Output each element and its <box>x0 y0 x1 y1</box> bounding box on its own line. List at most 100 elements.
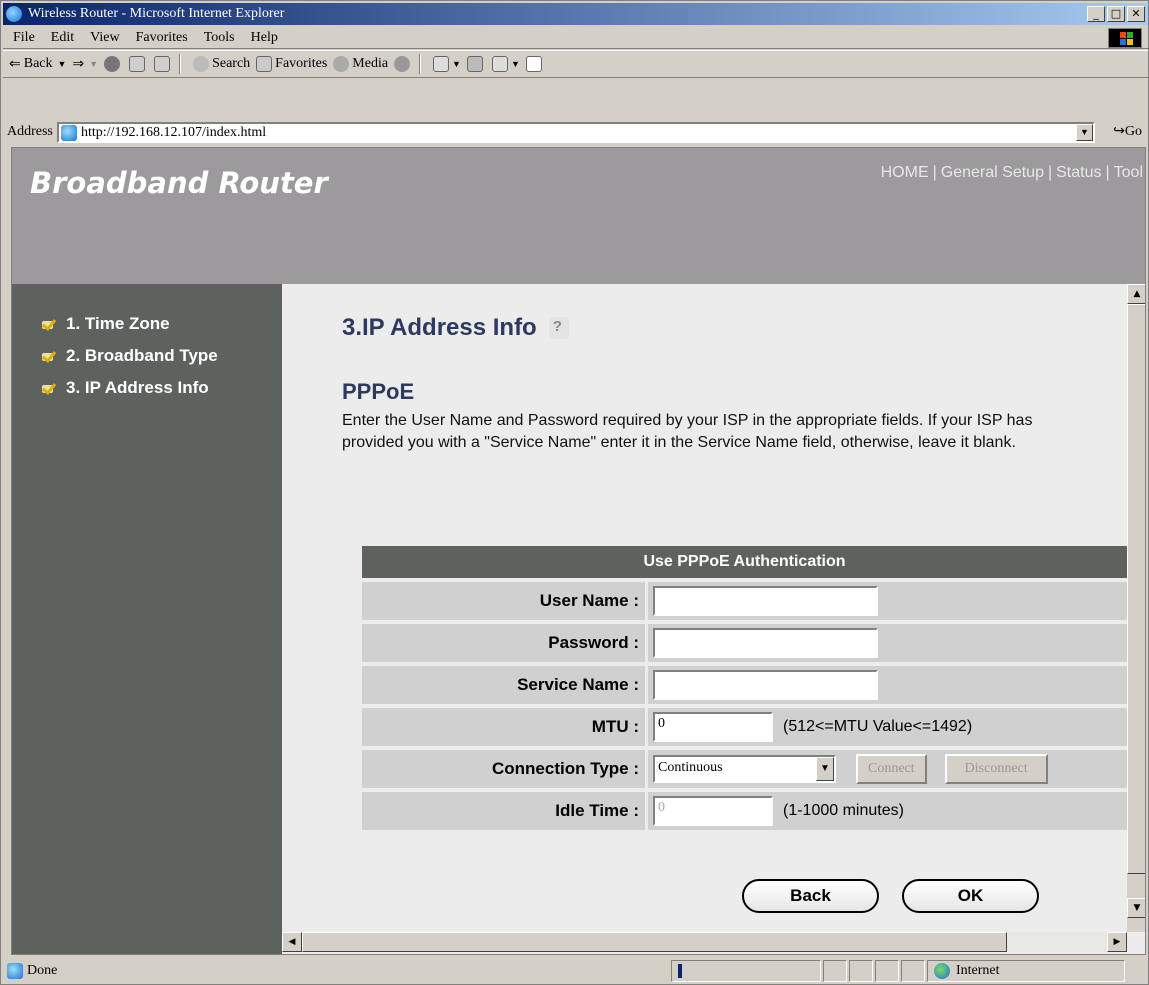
scroll-down-icon[interactable]: ▼ <box>1127 898 1145 918</box>
service-name-input[interactable] <box>653 670 878 700</box>
address-dropdown-button[interactable]: ▼ <box>1076 124 1093 141</box>
form-row: Service Name : <box>362 666 1127 704</box>
mtu-hint: (512<=MTU Value<=1492) <box>783 718 973 735</box>
menu-file[interactable]: File <box>13 30 35 46</box>
maximize-button[interactable]: □ <box>1107 6 1125 22</box>
check-icon <box>42 349 58 363</box>
connect-button[interactable]: Connect <box>856 754 927 784</box>
check-icon <box>42 317 58 331</box>
search-button[interactable]: Search <box>193 56 250 72</box>
form-row: MTU : 0 (512<=MTU Value<=1492) <box>362 708 1127 746</box>
username-input[interactable] <box>653 586 878 616</box>
minimize-button[interactable]: _ <box>1087 6 1105 22</box>
password-label: Password : <box>362 624 645 662</box>
page-title: 3.IP Address Info <box>342 314 569 342</box>
mail-button[interactable]: ▼ <box>433 56 461 72</box>
connection-type-select[interactable]: Continuous ▼ <box>653 755 836 783</box>
form-row: Idle Time : 0 (1-1000 minutes) <box>362 792 1127 830</box>
scroll-left-icon[interactable]: ◀ <box>282 932 302 952</box>
menu-view[interactable]: View <box>90 30 119 46</box>
mail-icon <box>433 56 450 72</box>
address-url: http://192.168.12.107/index.html <box>81 124 267 140</box>
sidebar-item-time-zone[interactable]: 1. Time Zone <box>42 314 170 334</box>
chevron-down-icon: ▼ <box>510 59 520 69</box>
menu-help[interactable]: Help <box>251 30 278 46</box>
address-bar: Address http://192.168.12.107/index.html… <box>3 119 1148 145</box>
top-nav: HOME | General Setup | Status | Tool <box>880 164 1143 181</box>
browser-window: Wireless Router - Microsoft Internet Exp… <box>0 0 1149 985</box>
nav-status-link[interactable]: Status <box>1056 164 1101 181</box>
history-icon <box>394 56 411 72</box>
security-zone-panel: Internet <box>927 960 1125 982</box>
table-header: Use PPPoE Authentication <box>362 546 1127 578</box>
print-icon <box>466 56 483 72</box>
vertical-scrollbar[interactable]: ▲ ▼ <box>1127 284 1145 932</box>
media-icon <box>333 56 350 72</box>
nav-tool-link[interactable]: Tool <box>1114 164 1143 181</box>
menu-edit[interactable]: Edit <box>51 30 74 46</box>
disconnect-button[interactable]: Disconnect <box>944 754 1048 784</box>
description-text: Enter the User Name and Password require… <box>342 412 1033 451</box>
print-button[interactable] <box>466 56 486 72</box>
progress-panel <box>671 960 821 982</box>
progress-bar <box>678 964 682 978</box>
edit-button[interactable]: ▼ <box>491 56 520 72</box>
nav-general-setup-link[interactable]: General Setup <box>941 164 1044 181</box>
discuss-button[interactable] <box>525 56 545 72</box>
back-button[interactable]: Back <box>742 879 879 913</box>
scroll-right-icon[interactable]: ▶ <box>1107 932 1127 952</box>
address-input[interactable]: http://192.168.12.107/index.html ▼ <box>57 122 1095 143</box>
stop-icon <box>104 56 121 72</box>
go-button[interactable]: ↪Go <box>1113 123 1142 140</box>
sidebar-item-ip-address-info[interactable]: 3. IP Address Info <box>42 378 209 398</box>
status-bar: Done Internet <box>3 958 1148 984</box>
home-button[interactable] <box>154 56 173 72</box>
service-name-label: Service Name : <box>362 666 645 704</box>
password-input[interactable] <box>653 628 878 658</box>
router-header: Broadband Router HOME | General Setup | Stat… <box>12 148 1145 284</box>
globe-icon <box>934 963 950 979</box>
mtu-label: MTU : <box>362 708 645 746</box>
idle-time-label: Idle Time : <box>362 792 645 830</box>
ie-icon <box>6 6 22 22</box>
menu-tools[interactable]: Tools <box>204 30 235 46</box>
chevron-down-icon: ▼ <box>57 59 67 69</box>
vertical-scroll-thumb[interactable] <box>1127 304 1145 874</box>
title-bar: Wireless Router - Microsoft Internet Exp… <box>3 3 1148 25</box>
edit-icon <box>491 56 508 72</box>
brand-title: Broadband Router <box>30 166 328 200</box>
stop-button[interactable] <box>104 56 123 72</box>
chevron-down-icon: ▼ <box>89 59 99 69</box>
horizontal-scrollbar[interactable]: ◀ ▶ <box>282 932 1127 952</box>
scroll-up-icon[interactable]: ▲ <box>1127 284 1145 304</box>
close-button[interactable]: ✕ <box>1127 6 1145 22</box>
history-button[interactable] <box>394 56 413 72</box>
form-row: User Name : <box>362 582 1127 620</box>
form-row: Password : <box>362 624 1127 662</box>
status-text: Done <box>27 963 58 978</box>
idle-time-hint: (1-1000 minutes) <box>783 802 904 819</box>
sidebar-item-broadband-type[interactable]: 2. Broadband Type <box>42 346 218 366</box>
forward-button[interactable]: ⇒ ▼ <box>72 56 98 73</box>
address-label: Address <box>7 124 53 139</box>
idle-time-input[interactable]: 0 <box>653 796 773 826</box>
window-title: Wireless Router - Microsoft Internet Exp… <box>28 6 285 21</box>
discuss-icon <box>525 56 542 72</box>
menu-favorites[interactable]: Favorites <box>136 30 188 46</box>
standard-toolbar: ⇐ Back ▼ ⇒ ▼ Search Favorites Media ▼ ▼ <box>3 50 1148 78</box>
favorites-button[interactable]: Favorites <box>256 56 327 72</box>
page-done-icon <box>7 963 23 979</box>
nav-home-link[interactable]: HOME <box>881 164 929 181</box>
back-button[interactable]: ⇐ Back ▼ <box>9 56 66 73</box>
horizontal-scroll-thumb[interactable] <box>302 932 1007 952</box>
pppoe-form: Use PPPoE Authentication User Name : Pas… <box>362 546 1127 834</box>
username-label: User Name : <box>362 582 645 620</box>
windows-logo-icon <box>1108 28 1142 48</box>
mtu-input[interactable]: 0 <box>653 712 773 742</box>
chevron-down-icon: ▼ <box>452 59 461 69</box>
ok-button[interactable]: OK <box>902 879 1039 913</box>
help-icon[interactable] <box>548 317 569 339</box>
media-button[interactable]: Media <box>333 56 388 72</box>
section-title: PPPoE <box>342 379 415 404</box>
refresh-button[interactable] <box>129 56 148 72</box>
